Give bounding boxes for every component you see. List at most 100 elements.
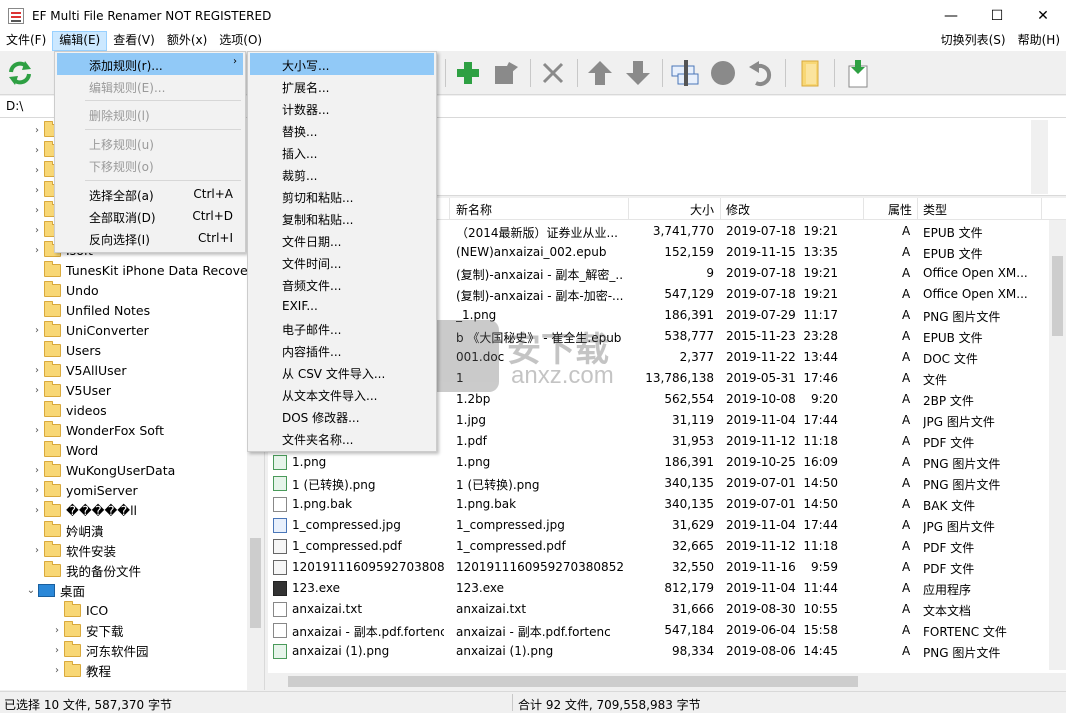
tree-item-anxiazai[interactable]: › 安下载 xyxy=(50,620,124,640)
menu-item-select-all[interactable]: 选择全部(a) Ctrl+A xyxy=(57,183,243,205)
column-size[interactable]: 大小 xyxy=(690,201,714,218)
menu-edit[interactable]: 编辑(E) xyxy=(52,31,108,51)
tree-item-hedong[interactable]: › 河东软件园 xyxy=(50,640,149,660)
folder-icon xyxy=(64,620,81,637)
column-type[interactable]: 类型 xyxy=(923,201,947,218)
submenu-item-label: 计数器... xyxy=(282,103,330,117)
tree-item-label: 软件安装 xyxy=(66,543,117,559)
tree-item-videos[interactable]: videos xyxy=(30,400,107,420)
submenu-item[interactable]: 文件夹名称... xyxy=(250,427,434,449)
tree-item-v5user[interactable]: › V5User xyxy=(30,380,111,400)
tree-item-desktop[interactable]: ⌄ 桌面 xyxy=(24,580,85,600)
move-up-button[interactable] xyxy=(584,57,616,89)
table-row[interactable]: 1.png 1.png 186,391 2019-10-25 16:09 A PNG 图片文… xyxy=(268,452,1048,473)
submenu-item[interactable]: 电子邮件... xyxy=(250,317,434,339)
folder-icon xyxy=(64,640,81,657)
file-list-hscrollbar[interactable] xyxy=(268,673,1066,690)
submenu-item[interactable]: 替换... xyxy=(250,119,434,141)
submenu-item[interactable]: 音频文件... xyxy=(250,273,434,295)
column-attributes[interactable]: 属性 xyxy=(888,201,912,218)
watermark-sub: anxz.com xyxy=(511,362,614,389)
delete-button[interactable] xyxy=(537,57,569,89)
undo-button[interactable] xyxy=(745,57,777,89)
tree-item-yomiserver[interactable]: › yomiServer xyxy=(30,480,138,500)
submenu-item[interactable]: 从文本文件导入... xyxy=(250,383,434,405)
table-row[interactable]: 1.png.bak 1.png.bak 340,135 2019-07-01 14:50… xyxy=(268,494,1048,515)
time-cell: 17:46 xyxy=(803,371,838,385)
edit-rule-button[interactable] xyxy=(490,57,522,89)
tree-item-my-backup[interactable]: 我的备份文件 xyxy=(30,560,141,580)
menu-help[interactable]: 帮助(H) xyxy=(1012,31,1066,51)
submenu-item[interactable]: 文件时间... xyxy=(250,251,434,273)
file-icon xyxy=(273,602,287,617)
menu-item-deselect-all[interactable]: 全部取消(D) Ctrl+D xyxy=(57,205,243,227)
table-row[interactable]: 123.exe 123.exe 812,179 2019-11-04 11:44 A 应用程… xyxy=(268,578,1048,599)
submenu-item[interactable]: 内容插件... xyxy=(250,339,434,361)
tree-item-undo[interactable]: Undo xyxy=(30,280,99,300)
menu-item-invert-selection[interactable]: 反向选择(I) Ctrl+I xyxy=(57,227,243,249)
close-button[interactable]: ✕ xyxy=(1020,0,1066,31)
submenu-item[interactable]: 复制和粘贴... xyxy=(250,207,434,229)
tree-item-word[interactable]: Word xyxy=(30,440,98,460)
submenu-item[interactable]: DOS 修改器... xyxy=(250,405,434,427)
tree-item-v5alluser[interactable]: › V5AllUser xyxy=(30,360,127,380)
menu-view[interactable]: 查看(V) xyxy=(107,31,161,51)
move-down-button[interactable] xyxy=(622,57,654,89)
submenu-item[interactable]: 扩展名... xyxy=(250,75,434,97)
table-row[interactable]: anxaizai (1).png anxaizai (1).png 98,334 20… xyxy=(268,641,1048,662)
file-icon xyxy=(273,539,287,554)
submenu-item[interactable]: 大小写... xyxy=(250,53,434,75)
open-folder-button[interactable] xyxy=(794,57,826,89)
table-row[interactable]: anxaizai - 副本.pdf.fortenc anxaizai - 副本.p… xyxy=(268,620,1048,641)
submenu-item[interactable]: 从 CSV 文件导入... xyxy=(250,361,434,383)
add-button[interactable] xyxy=(452,57,484,89)
tree-item-desktop-garbled[interactable]: 妗岄潰 xyxy=(30,520,104,540)
column-new-name[interactable]: 新名称 xyxy=(456,201,492,218)
rules-scrollbar[interactable] xyxy=(1031,120,1048,194)
table-row[interactable]: 1_compressed.jpg 1_compressed.jpg 31,629 20… xyxy=(268,515,1048,536)
table-row[interactable]: 1_compressed.pdf 1_compressed.pdf 32,665 20… xyxy=(268,536,1048,557)
file-list-vscroll-thumb[interactable] xyxy=(1052,256,1063,336)
maximize-button[interactable]: ☐ xyxy=(974,0,1020,31)
menu-extra[interactable]: 额外(x) xyxy=(161,31,213,51)
tree-scroll-thumb[interactable] xyxy=(250,538,261,628)
rename-button[interactable] xyxy=(669,57,701,89)
submenu-item[interactable]: 文件日期... xyxy=(250,229,434,251)
table-row[interactable]: 1 (已转换).png 1 (已转换).png 340,135 2019-07-01 1… xyxy=(268,473,1048,494)
submenu-item[interactable]: 计数器... xyxy=(250,97,434,119)
tree-item-garbled[interactable]: › �����ll xyxy=(30,500,137,520)
attr-cell: A xyxy=(902,560,911,574)
submenu-item[interactable]: 剪切和粘贴... xyxy=(250,185,434,207)
attr-cell: A xyxy=(902,308,911,322)
submenu-item-label: 文件时间... xyxy=(282,257,342,271)
tree-item-wukong[interactable]: › WuKongUserData xyxy=(30,460,175,480)
tree-item-tuneskit[interactable]: TunesKit iPhone Data Recovery xyxy=(30,260,260,280)
tree-item-tutorial[interactable]: › 教程 xyxy=(50,660,111,680)
stop-button[interactable] xyxy=(707,57,739,89)
tree-item-software-install[interactable]: › 软件安装 xyxy=(30,540,116,560)
time-cell: 17:44 xyxy=(803,413,838,427)
file-list-hscroll-thumb[interactable] xyxy=(288,676,858,687)
tree-item-uniconverter[interactable]: › UniConverter xyxy=(30,320,149,340)
tree-item-ico[interactable]: ICO xyxy=(50,600,108,620)
submenu-item[interactable]: EXIF... xyxy=(250,295,434,317)
table-row[interactable]: anxaizai.txt anxaizai.txt 31,666 2019-08-30… xyxy=(268,599,1048,620)
tree-item-users[interactable]: Users xyxy=(30,340,101,360)
file-list-vscrollbar[interactable] xyxy=(1049,220,1066,670)
menu-options[interactable]: 选项(O) xyxy=(213,31,268,51)
column-modified[interactable]: 修改 xyxy=(726,201,750,218)
menu-item-add-rule[interactable]: 添加规则(r)... › xyxy=(57,53,243,75)
drive-path[interactable]: D:\ xyxy=(6,99,23,113)
minimize-button[interactable]: — xyxy=(928,0,974,31)
menu-file[interactable]: 文件(F) xyxy=(0,31,52,51)
date-cell: 2019-11-12 xyxy=(726,434,796,448)
tree-item-unfiled-notes[interactable]: Unfiled Notes xyxy=(30,300,150,320)
table-row[interactable]: 1201911160959270380​8... 1201911160959270… xyxy=(268,557,1048,578)
submenu-item[interactable]: 插入... xyxy=(250,141,434,163)
export-button[interactable] xyxy=(841,57,873,89)
tree-item-wonderfox[interactable]: › WonderFox Soft xyxy=(30,420,164,440)
submenu-item[interactable]: 裁剪... xyxy=(250,163,434,185)
menu-switch-list[interactable]: 切换列表(S) xyxy=(935,31,1012,51)
refresh-button[interactable] xyxy=(4,57,36,89)
type-cell: PNG 图片文件 xyxy=(923,478,1001,492)
